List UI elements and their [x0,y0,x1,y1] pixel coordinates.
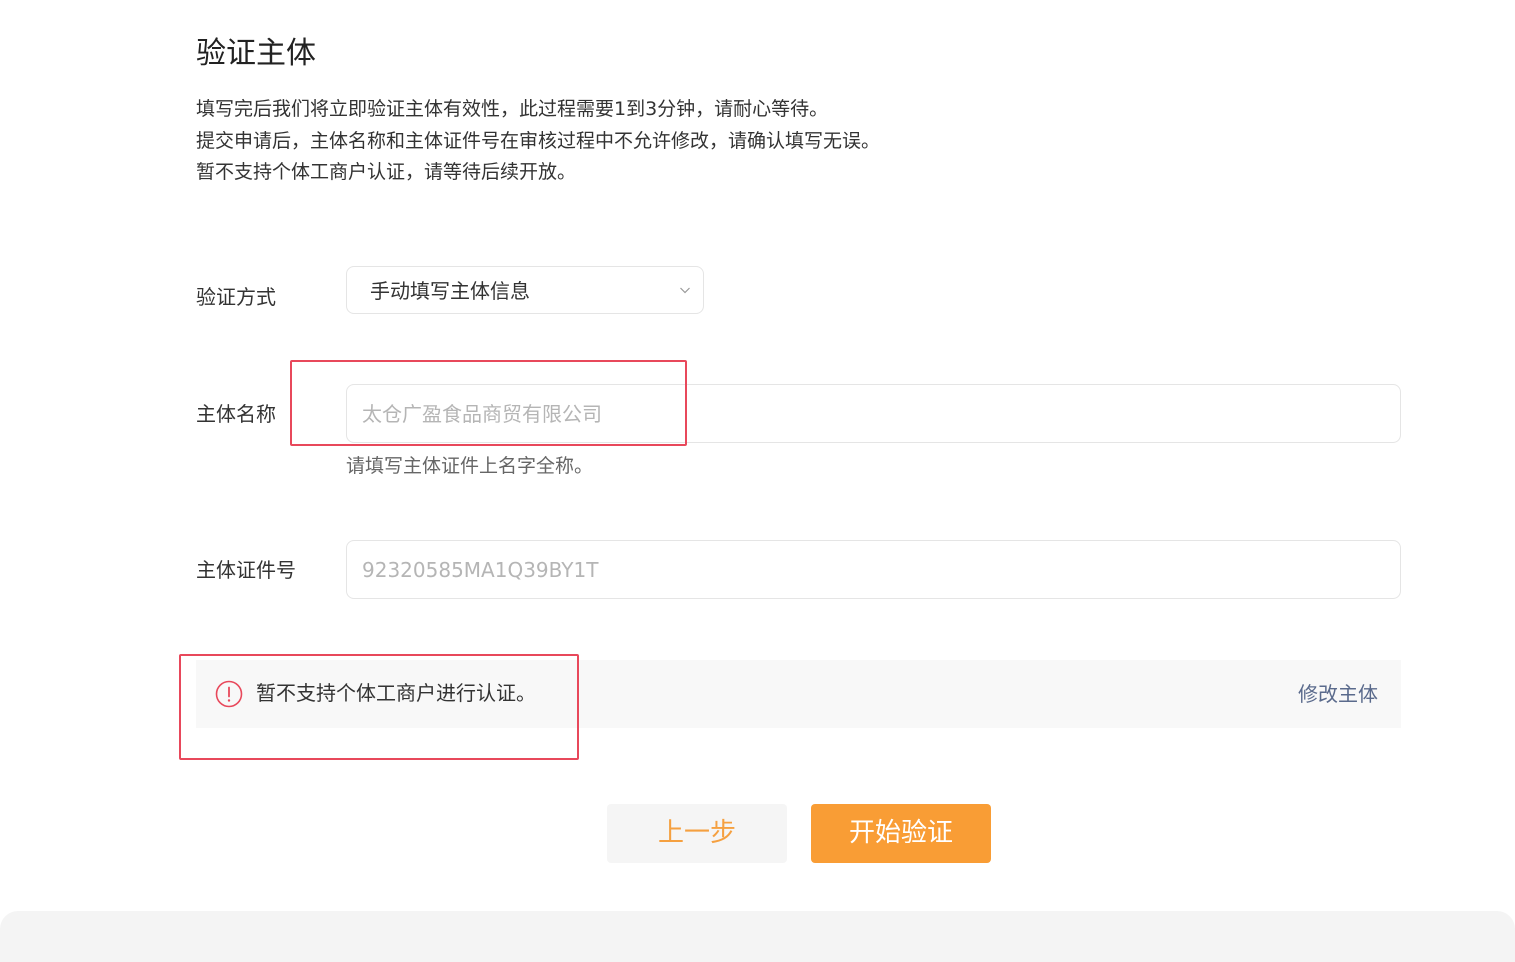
method-select-value: 手动填写主体信息 [370,279,530,303]
alert-circle-icon [215,680,243,708]
edit-entity-link[interactable]: 修改主体 [1298,679,1378,709]
description: 填写完后我们将立即验证主体有效性，此过程需要1到3分钟，请耐心等待。 提交申请后… [196,94,880,189]
footer-bar [0,911,1515,962]
entity-id-value: 92320585MA1Q39BY1T [362,558,599,582]
start-verify-button[interactable]: 开始验证 [811,804,991,863]
notice-bar: 暂不支持个体工商户进行认证。 修改主体 [196,660,1401,728]
description-line: 填写完后我们将立即验证主体有效性，此过程需要1到3分钟，请耐心等待。 [196,98,829,120]
entity-name-help: 请填写主体证件上名字全称。 [346,455,594,477]
description-line: 提交申请后，主体名称和主体证件号在审核过程中不允许修改，请确认填写无误。 [196,129,881,152]
entity-name-value: 太仓广盈食品商贸有限公司 [362,402,602,426]
method-select[interactable]: 手动填写主体信息 [346,266,704,314]
previous-step-button[interactable]: 上一步 [607,804,787,863]
method-label: 验证方式 [196,285,276,309]
entity-name-label: 主体名称 [196,402,276,426]
entity-id-input[interactable]: 92320585MA1Q39BY1T [346,540,1401,599]
notice-text: 暂不支持个体工商户进行认证。 [256,681,536,705]
page-title: 验证主体 [196,36,316,71]
entity-name-input[interactable]: 太仓广盈食品商贸有限公司 [346,384,1401,443]
description-line: 暂不支持个体工商户认证，请等待后续开放。 [196,161,577,183]
entity-id-label: 主体证件号 [196,558,296,582]
chevron-down-icon [680,287,690,294]
verify-entity-page: 验证主体 填写完后我们将立即验证主体有效性，此过程需要1到3分钟，请耐心等待。 … [0,0,1515,962]
